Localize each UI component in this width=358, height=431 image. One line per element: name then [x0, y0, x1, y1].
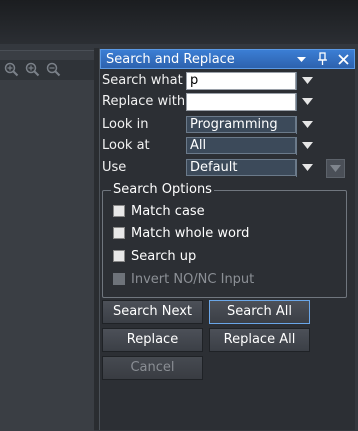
use-options-button[interactable] — [326, 159, 345, 178]
zoom-in-icon[interactable] — [25, 62, 40, 77]
use-row: Use Default — [102, 159, 352, 178]
look-at-label: Look at — [102, 138, 150, 153]
panel-title: Search and Replace — [106, 52, 235, 67]
look-at-row: Look at All — [102, 137, 352, 155]
replace-with-dropdown[interactable] — [296, 93, 318, 111]
replace-button[interactable]: Replace — [102, 328, 203, 352]
search-up-box[interactable] — [113, 250, 125, 262]
look-at-select[interactable]: All — [186, 137, 296, 154]
invert-no-nc-label: Invert NO/NC Input — [131, 272, 255, 287]
search-what-label: Search what — [102, 73, 183, 88]
pin-icon[interactable] — [316, 52, 329, 66]
match-whole-word-label: Match whole word — [131, 226, 250, 241]
top-toolbar — [0, 0, 358, 44]
match-case-box[interactable] — [113, 205, 125, 217]
use-select[interactable]: Default — [186, 159, 296, 176]
zoom-in-icon[interactable] — [4, 62, 19, 77]
replace-with-input[interactable] — [186, 93, 296, 111]
look-in-dropdown[interactable] — [296, 116, 318, 134]
search-what-dropdown[interactable] — [296, 72, 318, 90]
use-dropdown[interactable] — [296, 159, 318, 177]
dropdown-icon[interactable] — [295, 52, 308, 66]
search-what-input[interactable]: p — [186, 72, 296, 90]
zoom-controls — [4, 62, 61, 77]
close-icon[interactable] — [337, 52, 350, 66]
look-in-select[interactable]: Programming — [186, 116, 296, 133]
search-up-label: Search up — [131, 249, 197, 264]
replace-with-row: Replace with — [102, 93, 352, 111]
search-next-button[interactable]: Search Next — [102, 300, 203, 324]
editor-area — [0, 50, 94, 431]
match-whole-word-box[interactable] — [113, 227, 125, 239]
replace-with-label: Replace with — [102, 94, 186, 109]
replace-all-button[interactable]: Replace All — [209, 328, 310, 352]
search-what-row: Search what p — [102, 72, 352, 90]
zoom-out-icon[interactable] — [46, 62, 61, 77]
look-in-row: Look in Programming — [102, 116, 352, 134]
cancel-button: Cancel — [102, 356, 203, 380]
match-case-label: Match case — [131, 204, 205, 219]
panel-titlebar: Search and Replace — [100, 49, 355, 69]
search-replace-panel: Search and Replace Search what p Replace… — [99, 49, 355, 430]
look-in-label: Look in — [102, 117, 149, 132]
use-label: Use — [102, 160, 127, 175]
invert-no-nc-box — [113, 273, 125, 285]
search-options-title: Search Options — [111, 182, 214, 197]
look-at-dropdown[interactable] — [296, 137, 318, 155]
search-all-button[interactable]: Search All — [209, 300, 310, 324]
search-options-group: Search Options Match case Match whole wo… — [102, 182, 347, 298]
